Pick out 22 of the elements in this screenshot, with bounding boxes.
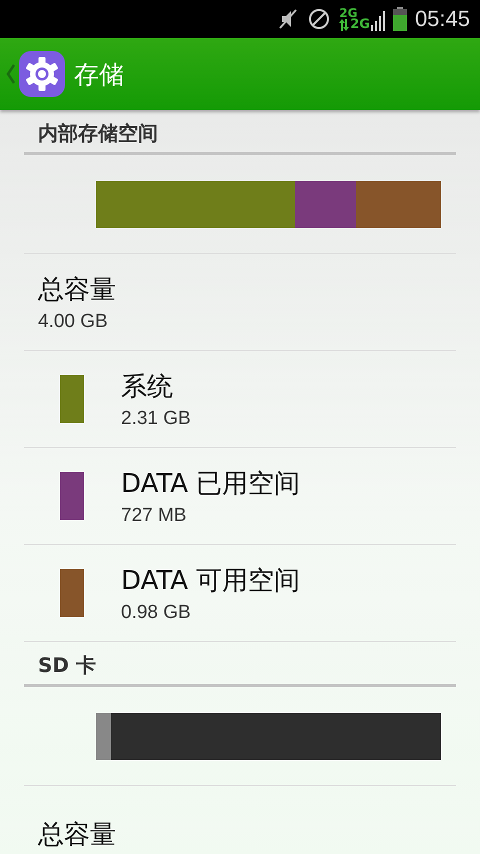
- item-label: DATA 可用空间: [121, 564, 300, 598]
- back-icon[interactable]: [6, 63, 16, 85]
- section-header: SD 卡: [24, 642, 456, 687]
- item-label: DATA 已用空间: [121, 468, 300, 500]
- blocked-icon: [307, 7, 332, 31]
- item-value: 727 MB: [121, 504, 188, 526]
- item-value: 2.31 GB: [121, 408, 191, 430]
- settings-icon: [18, 50, 66, 98]
- network-type: 2G: [350, 18, 370, 31]
- mute-icon: [277, 7, 300, 31]
- item-value: 4.00 GB: [38, 310, 109, 332]
- item-label: 系统: [121, 370, 174, 404]
- network-type: 2G: [339, 7, 358, 19]
- clock: 05:45: [414, 6, 470, 32]
- item-label: 总容量: [38, 818, 117, 852]
- battery-icon: [392, 7, 407, 31]
- signal-icon: [370, 11, 385, 31]
- item-value: 0.98 GB: [121, 602, 192, 624]
- section-header: 内部存储空间: [24, 110, 456, 155]
- data-transfer-icon: [339, 19, 350, 31]
- item-label: 总容量: [38, 274, 117, 306]
- screen-title: 存储: [74, 58, 124, 90]
